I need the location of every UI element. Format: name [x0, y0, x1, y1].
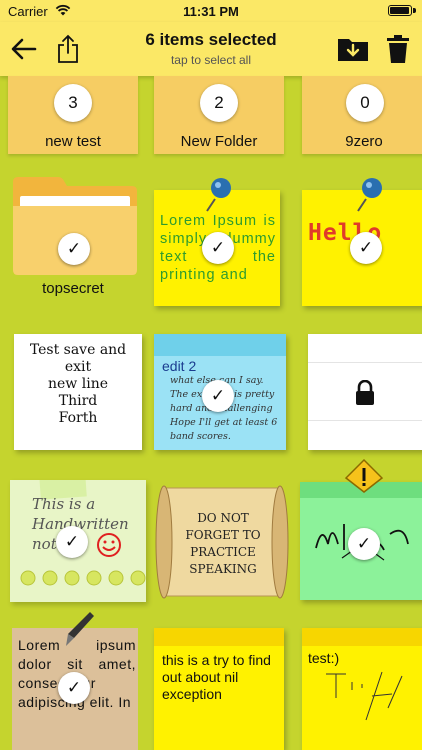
warning-icon — [344, 458, 384, 493]
folder-download-icon — [338, 39, 368, 61]
folder-name: New Folder — [180, 133, 258, 150]
selected-check-icon: ✓ — [58, 233, 90, 265]
folder-name: 9zero — [345, 133, 383, 150]
note-text: test:) — [308, 650, 340, 666]
selected-check-icon: ✓ — [56, 526, 88, 558]
delete-button[interactable] — [379, 30, 417, 68]
folder-9zero[interactable]: 0 9zero — [302, 76, 422, 154]
note-header-strip — [154, 334, 286, 356]
folder-topsecret[interactable]: ✓ topsecret — [8, 176, 138, 306]
note-locked[interactable] — [308, 334, 422, 450]
trash-icon — [387, 35, 409, 63]
back-arrow-icon — [11, 38, 37, 60]
notes-grid: 3 new test 2 New Folder 0 9zero ✓ topsec… — [0, 76, 422, 750]
selected-check-icon: ✓ — [202, 232, 234, 264]
note-handwritten[interactable]: This is a Handwritten note ✓ — [10, 480, 146, 602]
clock: 11:31 PM — [183, 4, 239, 19]
folder-count-badge: 3 — [54, 84, 92, 122]
note-title: edit 2 — [162, 358, 197, 374]
scribble-drawing — [326, 671, 403, 721]
pin-row-decoration — [20, 570, 146, 586]
select-all-hint[interactable]: tap to select all — [110, 53, 312, 67]
note-rule-line — [308, 362, 422, 363]
move-to-folder-button[interactable] — [334, 30, 372, 68]
folder-count-badge: 0 — [346, 84, 384, 122]
selected-check-icon: ✓ — [348, 528, 380, 560]
selected-check-icon: ✓ — [350, 232, 382, 264]
lock-icon — [356, 380, 374, 405]
folder-count-badge: 2 — [200, 84, 238, 122]
folder-name: topsecret — [42, 280, 104, 297]
selection-title: 6 items selected — [145, 30, 277, 49]
share-icon — [58, 34, 78, 63]
folder-new-folder[interactable]: 2 New Folder — [154, 76, 284, 154]
note-header-strip — [302, 628, 422, 646]
status-bar: Carrier 11:31 PM — [0, 0, 422, 22]
note-nil-exception[interactable]: this is a try to find out about nil exce… — [154, 628, 284, 750]
note-edit-2[interactable]: edit 2 what else can I say. The exercise… — [154, 334, 286, 450]
selected-check-icon: ✓ — [58, 672, 90, 704]
note-drawing[interactable]: ✓ — [300, 482, 422, 600]
note-text: Test save and exit new line Third Forth — [29, 342, 127, 426]
note-rule-line — [308, 420, 422, 421]
battery-tip — [413, 8, 416, 13]
note-test-smile[interactable]: test:) — [302, 628, 422, 750]
note-text: this is a try to find out about nil exce… — [162, 652, 271, 702]
note-header-strip — [154, 628, 284, 646]
share-button[interactable] — [49, 30, 87, 68]
folder-name: new test — [45, 133, 101, 150]
back-button[interactable] — [5, 30, 43, 68]
note-test-save[interactable]: Test save and exit new line Third Forth — [14, 334, 142, 450]
selected-check-icon: ✓ — [202, 380, 234, 412]
pushpin-icon — [206, 178, 231, 212]
note-text: DO NOT FORGET TO PRACTICE SPEAKING — [185, 511, 261, 576]
note-scroll[interactable]: DO NOT FORGET TO PRACTICE SPEAKING — [154, 478, 290, 606]
selection-header[interactable]: 6 items selected tap to select all — [110, 30, 312, 67]
folder-new-test[interactable]: 3 new test — [8, 76, 138, 154]
navigation-bar: 6 items selected tap to select all — [0, 22, 422, 76]
pushpin-icon — [357, 178, 382, 212]
smiley-icon — [97, 533, 121, 557]
pen-nib-icon — [66, 612, 94, 646]
battery-icon — [388, 5, 412, 16]
